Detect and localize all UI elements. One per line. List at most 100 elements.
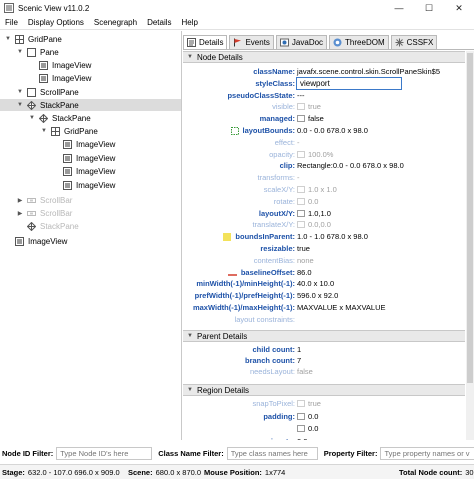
tree-node[interactable]: ▼ GridPane bbox=[40, 125, 98, 137]
scenegraph-tree[interactable]: ▼ GridPane ▼ Pane ImageView ImageView ▼ ScrollP… bbox=[0, 31, 182, 440]
javadoc-icon bbox=[279, 38, 289, 47]
property-value-text: none bbox=[297, 255, 314, 265]
node-id-filter-label: Node ID Filter: bbox=[2, 448, 54, 458]
property-value[interactable]: 0.0 bbox=[297, 424, 318, 433]
tab-divider bbox=[183, 49, 474, 50]
maximize-icon[interactable]: ☐ bbox=[414, 0, 444, 16]
menu-scenegraph[interactable]: Scenegraph bbox=[89, 18, 142, 27]
parent-details-header[interactable]: ▼ Parent Details bbox=[183, 330, 465, 342]
property-value-text: 0.0 bbox=[308, 424, 319, 433]
value-checkbox[interactable] bbox=[297, 400, 305, 407]
expand-arrow-icon[interactable]: ▼ bbox=[16, 48, 24, 56]
property-row: child count: 1 bbox=[183, 345, 465, 356]
tree-node[interactable]: ▼ ScrollPane bbox=[16, 86, 79, 98]
value-checkbox[interactable] bbox=[297, 103, 305, 111]
mouse-position-label: Mouse Position: bbox=[204, 468, 262, 477]
tree-node[interactable]: ▶ ScrollBar bbox=[16, 194, 73, 206]
tree-node[interactable]: ImageView bbox=[4, 235, 67, 247]
property-value-text: true bbox=[297, 244, 310, 253]
value-checkbox[interactable] bbox=[297, 221, 305, 229]
property-label: prefWidth(-1)/prefHeight(-1): bbox=[194, 291, 295, 301]
tab-details[interactable]: Details bbox=[183, 35, 228, 49]
tree-node[interactable]: ▼ Pane bbox=[16, 46, 59, 58]
close-icon[interactable]: ✕ bbox=[444, 0, 474, 16]
tab-cssfx[interactable]: CSSFX bbox=[390, 35, 438, 49]
expand-arrow-icon[interactable]: ▼ bbox=[4, 35, 12, 43]
tree-node[interactable]: ImageView bbox=[28, 72, 91, 84]
node-id-filter-input[interactable] bbox=[56, 446, 153, 460]
tree-node[interactable]: ImageView bbox=[52, 165, 115, 177]
window-title: Scenic View v11.0.2 bbox=[18, 3, 90, 13]
property-value[interactable]: 0.0 bbox=[297, 412, 318, 421]
menu-details[interactable]: Details bbox=[142, 18, 176, 27]
tree-node[interactable]: ImageView bbox=[28, 59, 91, 71]
node-details-header[interactable]: ▼ Node Details bbox=[183, 51, 465, 63]
property-row: layoutBounds: 0.0 - 0.0 678.0 x 98.0 bbox=[183, 126, 465, 137]
details-icon bbox=[187, 38, 196, 47]
status-total-node-count: Total Node count: 30 bbox=[399, 468, 474, 477]
tab-javadoc[interactable]: JavaDoc bbox=[275, 35, 328, 49]
value-checkbox[interactable] bbox=[297, 412, 305, 420]
property-value[interactable]: 1.0 x 1.0 bbox=[297, 185, 337, 194]
tree-node[interactable]: ▼ StackPane bbox=[0, 99, 181, 111]
minimize-icon[interactable]: — bbox=[384, 0, 414, 16]
property-value[interactable]: true bbox=[297, 399, 321, 408]
details-scrollbar[interactable] bbox=[466, 51, 474, 440]
collapse-arrow-icon[interactable]: ▶ bbox=[16, 196, 24, 204]
section-collapse-icon[interactable]: ▼ bbox=[187, 387, 193, 393]
tab-label: Details bbox=[199, 38, 224, 47]
tree-node[interactable]: ImageView bbox=[52, 152, 115, 164]
pane-icon bbox=[27, 87, 36, 97]
collapse-arrow-icon[interactable]: ▶ bbox=[16, 209, 24, 217]
expand-arrow-icon[interactable]: ▼ bbox=[16, 101, 24, 109]
tab-label: Events bbox=[245, 38, 270, 47]
value-checkbox[interactable] bbox=[297, 197, 305, 205]
imageview-icon bbox=[63, 166, 72, 176]
property-value-text: 0.0,0.0 bbox=[308, 220, 331, 230]
tree-node[interactable]: ▼ GridPane bbox=[4, 33, 62, 45]
section-collapse-icon[interactable]: ▼ bbox=[187, 54, 193, 60]
status-scene: Scene: 680.0 x 870.0 bbox=[128, 468, 201, 477]
tab-threedom[interactable]: ThreeDOM bbox=[329, 35, 389, 49]
value-checkbox[interactable] bbox=[297, 186, 305, 193]
expand-arrow-icon[interactable]: ▼ bbox=[28, 114, 36, 122]
property-value[interactable]: 0.0,0.0 bbox=[297, 220, 331, 229]
tree-node[interactable]: ImageView bbox=[52, 179, 115, 191]
property-value[interactable]: false bbox=[297, 114, 324, 123]
menu-display-options[interactable]: Display Options bbox=[23, 18, 89, 27]
tree-node-label: ImageView bbox=[28, 236, 68, 246]
property-value-text: 0.0 - 0.0 678.0 x 98.0 bbox=[297, 126, 368, 135]
menu-help[interactable]: Help bbox=[177, 18, 203, 27]
property-value[interactable]: 0.0 bbox=[297, 197, 318, 206]
scene-value: 680.0 x 870.0 bbox=[155, 468, 202, 477]
menu-file[interactable]: File bbox=[0, 18, 23, 27]
property-row: padding: 0.0 bbox=[183, 412, 465, 423]
property-label: clip: bbox=[279, 161, 295, 171]
property-row: prefWidth(-1)/prefHeight(-1): 596.0 x 92.… bbox=[183, 291, 465, 302]
style-class-input[interactable]: viewport bbox=[296, 76, 402, 90]
value-checkbox[interactable] bbox=[297, 209, 305, 217]
scrollbar-thumb[interactable] bbox=[467, 53, 473, 383]
expand-arrow-icon[interactable]: ▼ bbox=[40, 127, 48, 135]
section-collapse-icon[interactable]: ▼ bbox=[187, 333, 193, 339]
property-value[interactable]: 1.0,1.0 bbox=[297, 209, 331, 218]
tree-node[interactable]: StackPane bbox=[16, 220, 79, 232]
value-checkbox[interactable] bbox=[297, 115, 305, 123]
property-filter-input[interactable] bbox=[380, 446, 474, 460]
tab-events[interactable]: Events bbox=[229, 35, 274, 49]
gridpane-icon bbox=[15, 34, 24, 44]
property-row: layoutX/Y: 1.0,1.0 bbox=[183, 209, 465, 220]
class-name-filter-input[interactable] bbox=[226, 446, 318, 460]
property-value[interactable]: true bbox=[297, 102, 321, 111]
expand-arrow-icon[interactable]: ▼ bbox=[16, 88, 24, 96]
property-value[interactable]: 100.0% bbox=[297, 150, 333, 159]
property-row: translateX/Y: 0.0,0.0 bbox=[183, 220, 465, 231]
tree-node[interactable]: ImageView bbox=[52, 138, 115, 150]
value-checkbox[interactable] bbox=[297, 150, 305, 158]
tree-node[interactable]: ▶ ScrollBar bbox=[16, 207, 73, 219]
tree-node[interactable]: ▼ StackPane bbox=[28, 112, 91, 124]
region-details-header[interactable]: ▼ Region Details bbox=[183, 384, 465, 396]
value-checkbox[interactable] bbox=[297, 425, 305, 432]
tree-node-label: GridPane bbox=[28, 34, 62, 44]
